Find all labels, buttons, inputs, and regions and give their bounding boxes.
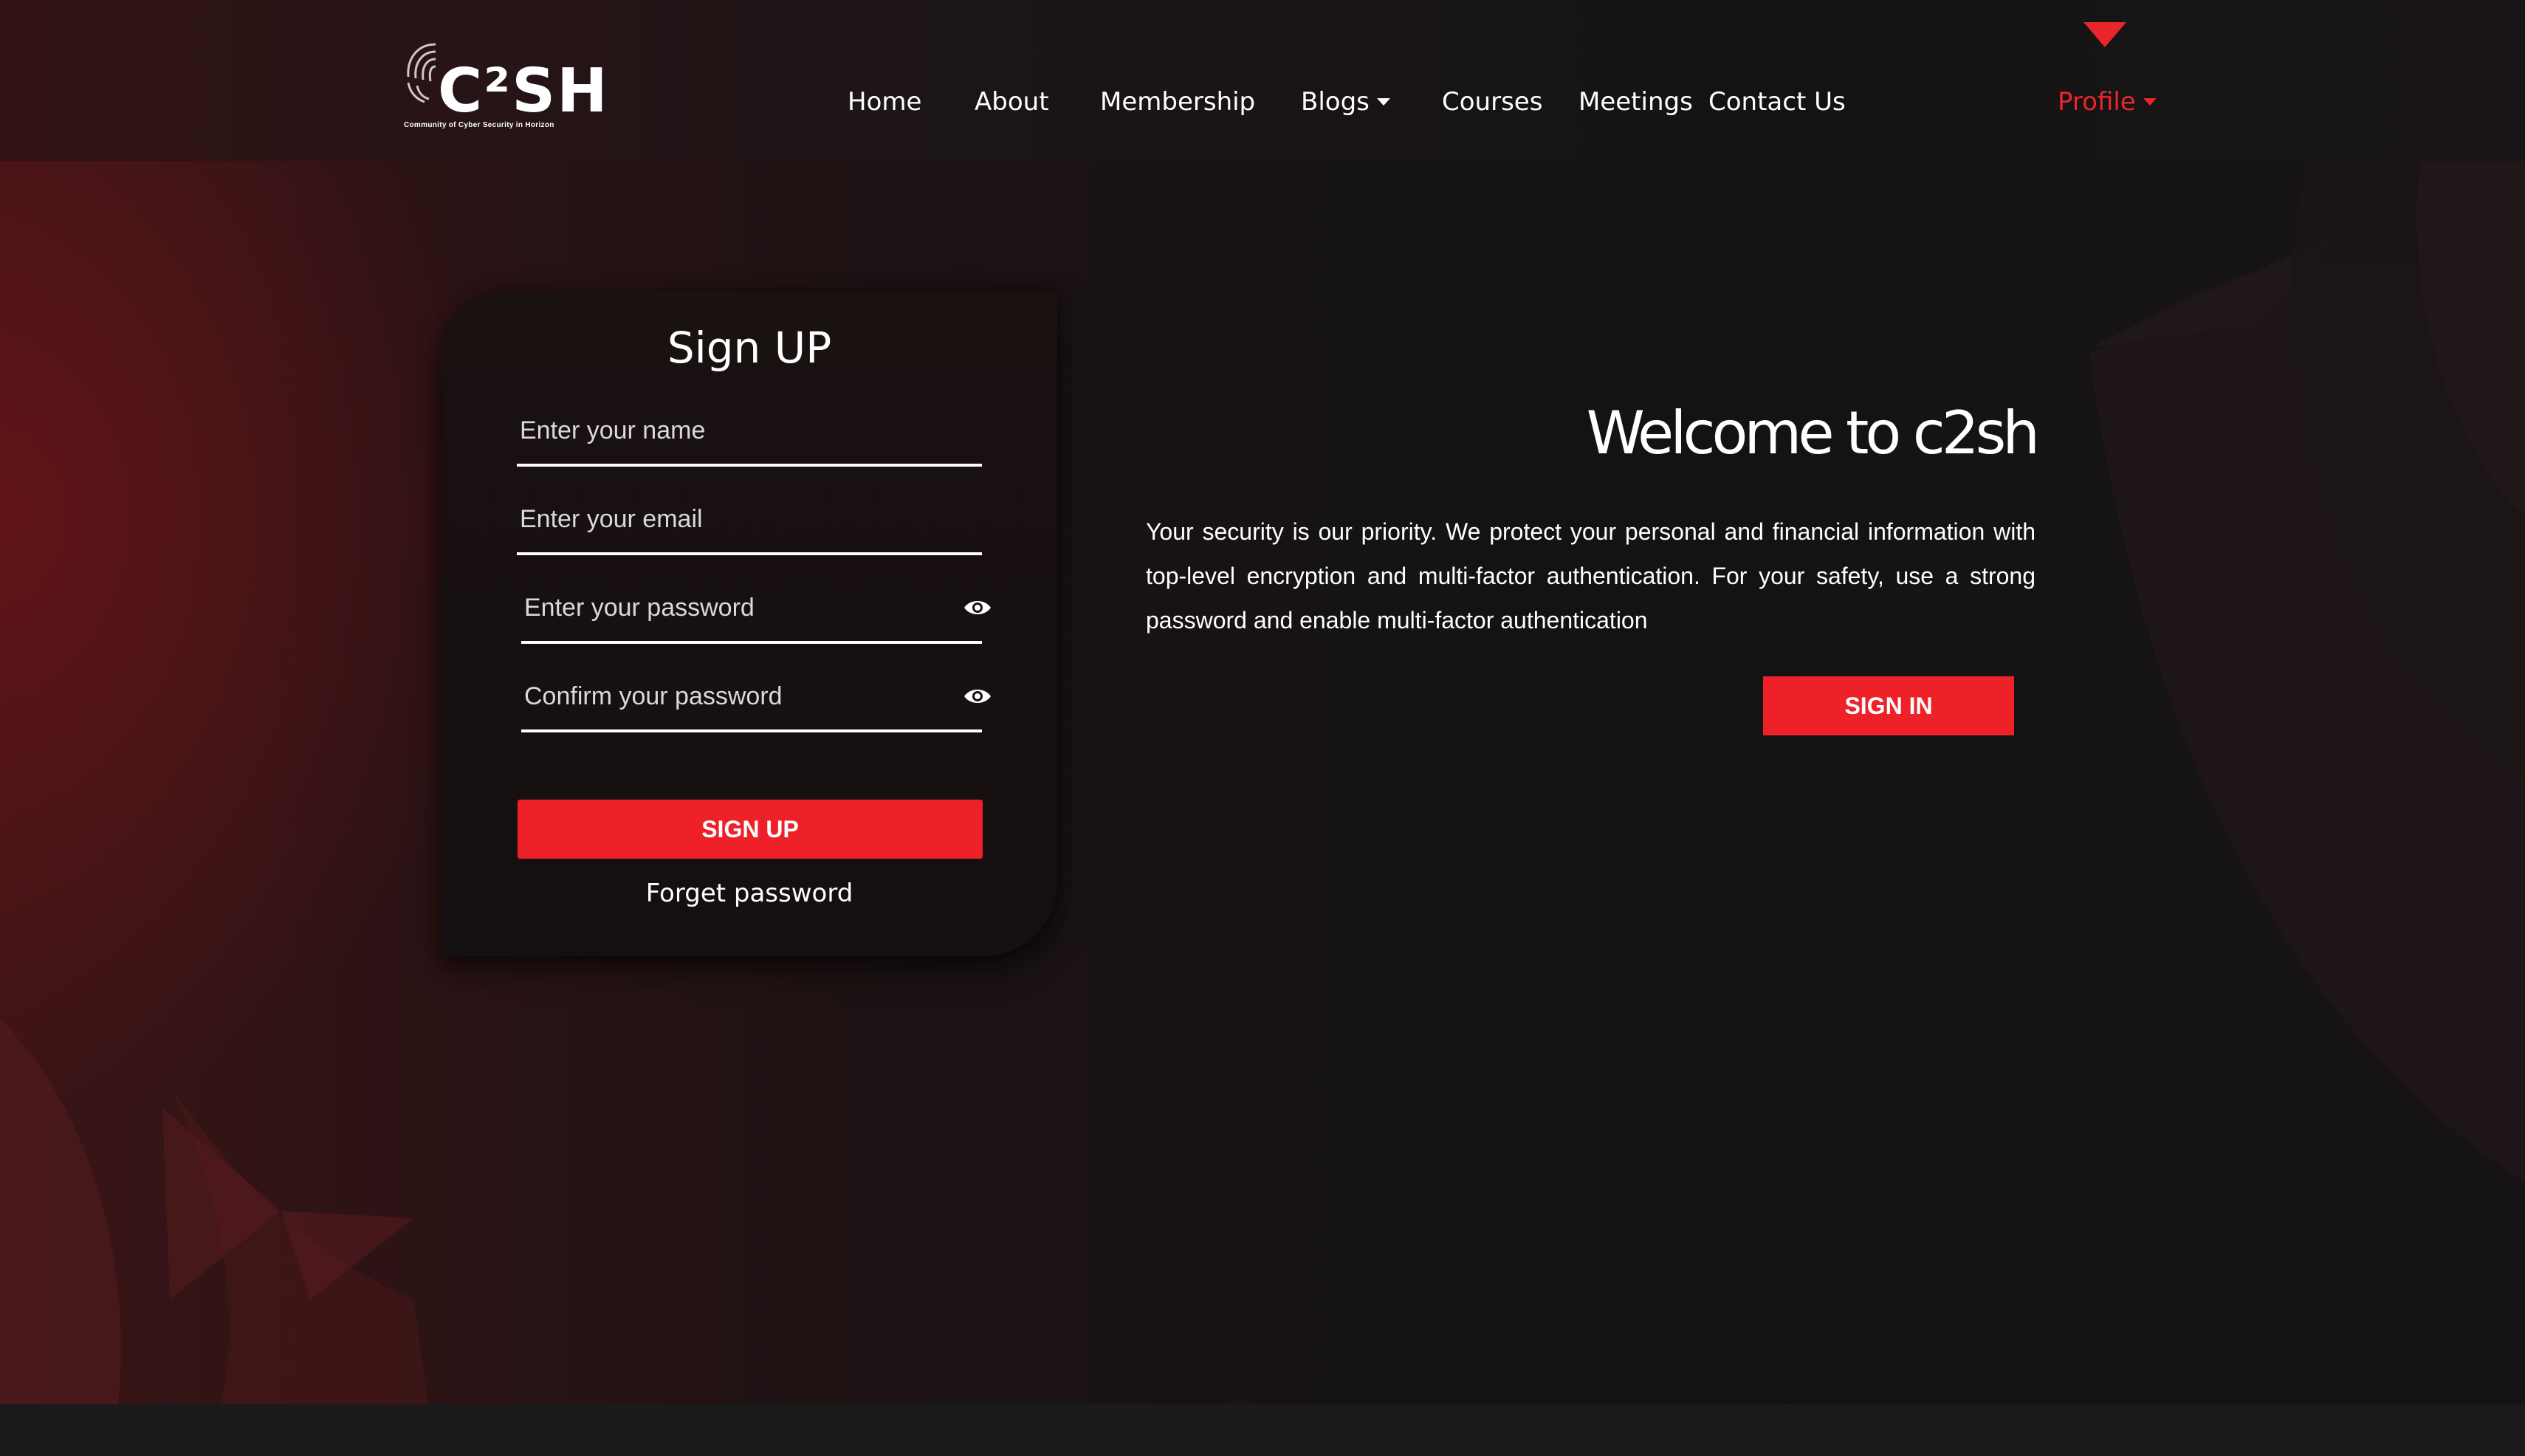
email-field — [517, 486, 982, 555]
main-nav: Home About Membership Blogs Courses Meet… — [0, 87, 2525, 128]
signup-card: Sign UP SIGN UP Forget password — [442, 292, 1057, 956]
nav-contact-us[interactable]: Contact Us — [1708, 87, 1846, 117]
password-field — [521, 574, 991, 644]
profile-label: Profile — [2058, 87, 2136, 117]
chevron-down-icon — [1376, 98, 1390, 106]
name-field — [517, 397, 982, 467]
nav-home[interactable]: Home — [848, 87, 921, 117]
site-header: C²SH Community of Cyber Security in Hori… — [0, 0, 2525, 161]
nav-blogs[interactable]: Blogs — [1301, 87, 1390, 117]
footer-band — [0, 1404, 2525, 1456]
name-input[interactable] — [518, 409, 940, 452]
welcome-text: Your security is our priority. We protec… — [1146, 518, 2036, 633]
nav-about[interactable]: About — [975, 87, 1049, 117]
confirm-password-field — [521, 663, 991, 732]
email-input[interactable] — [518, 498, 940, 540]
signin-button[interactable]: SIGN IN — [1763, 676, 2014, 735]
background-decoration — [0, 143, 2525, 1404]
nav-blogs-label: Blogs — [1301, 87, 1370, 117]
nav-meetings[interactable]: Meetings — [1578, 87, 1693, 117]
signup-button[interactable]: SIGN UP — [518, 800, 983, 859]
password-input[interactable] — [523, 586, 941, 629]
page: C²SH Community of Cyber Security in Hori… — [0, 0, 2525, 1456]
forget-password-link[interactable]: Forget password — [442, 879, 1057, 908]
nav-membership[interactable]: Membership — [1100, 87, 1255, 117]
chevron-down-icon — [2143, 98, 2157, 106]
signup-title: Sign UP — [667, 323, 832, 373]
eye-icon[interactable] — [963, 597, 992, 619]
welcome-title: Welcome to c2sh — [1586, 399, 2040, 467]
profile-indicator-icon — [2083, 22, 2126, 47]
eye-icon[interactable] — [963, 685, 992, 707]
profile-menu[interactable]: Profile — [2058, 87, 2157, 117]
confirm-password-input[interactable] — [523, 675, 941, 718]
nav-courses[interactable]: Courses — [1442, 87, 1542, 117]
